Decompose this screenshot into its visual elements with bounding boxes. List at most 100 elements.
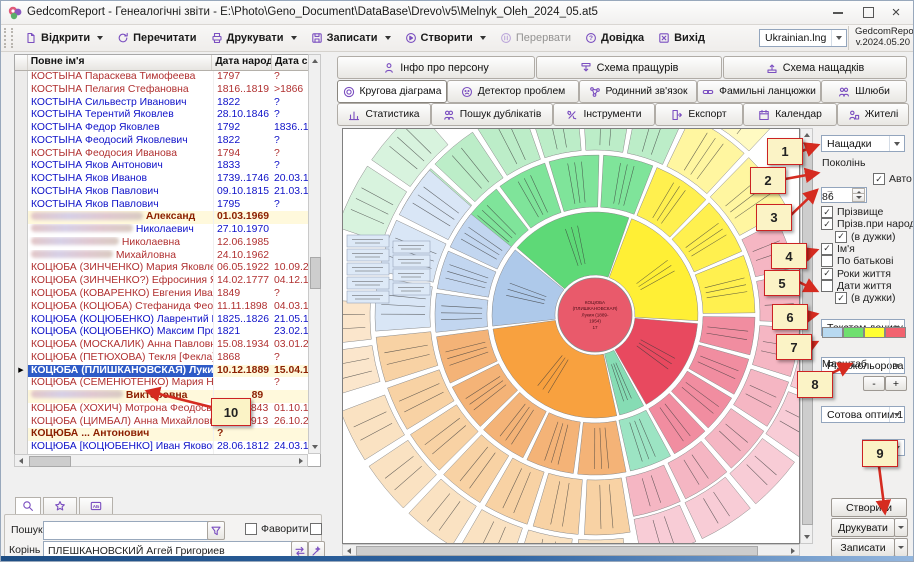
option-checkbox[interactable]: ✓(в дужки)	[835, 231, 895, 243]
print-dropdown-button[interactable]	[894, 518, 908, 537]
table-row[interactable]: КОЦЮБА (КОВАРЕНКО) Евгения Иванова (Иовл…	[15, 288, 320, 301]
search-input[interactable]	[43, 521, 211, 540]
scroll-left-icon[interactable]	[19, 458, 23, 464]
maximize-button[interactable]	[853, 1, 883, 24]
clipped-checkbox[interactable]: Х	[310, 523, 324, 535]
option-checkbox[interactable]: ✓Ім'я	[821, 243, 855, 255]
table-row[interactable]: КОСТЫНА Терентий Яковлев28.10.1846?	[15, 109, 320, 122]
sunburst-outer-block[interactable]	[393, 283, 430, 295]
language-select[interactable]: Ukrainian.lng	[759, 29, 847, 47]
tab-bars[interactable]: Статистика	[337, 103, 431, 126]
option-checkbox[interactable]: ✓Роки життя	[821, 268, 891, 280]
table-row[interactable]: КОЦЮБА (СЕМЕНЮТЕНКО) Мария Нистратова?	[15, 377, 320, 390]
tab-dup[interactable]: Пошук дублікатів	[431, 103, 553, 126]
table-row[interactable]: КОСТЫНА Федор Яковлев17921836..1838	[15, 122, 320, 135]
sunburst-cell[interactable]	[578, 421, 626, 475]
toolbar-file-button[interactable]: Відкрити	[18, 29, 110, 47]
tab-treedown[interactable]: Схема пращурів	[536, 56, 722, 79]
scroll-right-icon[interactable]	[299, 458, 303, 464]
save-dropdown-button[interactable]	[894, 538, 908, 557]
spin-down-icon[interactable]	[852, 193, 865, 202]
table-row[interactable]: КОЦЮБА (МОСКАЛИК) Анна Павловна15.08.193…	[15, 339, 320, 352]
table-row[interactable]: КОЦЮБА [КОЦЮБЕНКО] Иван Яковов28.06.1812…	[15, 441, 320, 454]
table-row[interactable]: КОСТЫНА Яков Иванов1739..174620.03.1813	[15, 173, 320, 186]
sunburst-cell[interactable]	[584, 478, 630, 535]
option-checkbox[interactable]: ✓Прізв.при народж.	[821, 218, 914, 230]
toolbar-grip[interactable]	[4, 28, 13, 48]
table-row[interactable]: КОЦЮБА (КОЦЮБА) Стефанида Феодосьевна11.…	[15, 301, 320, 314]
table-row[interactable]: КОЦЮБА (ХОХИЧ) Мотрона Феодосьевна09.11.…	[15, 403, 320, 416]
zoom-in-button[interactable]: +	[885, 376, 907, 391]
toolbar-exit-button[interactable]: Вихід	[651, 29, 712, 47]
table-vscrollbar[interactable]	[308, 54, 321, 454]
minimize-button[interactable]	[823, 1, 853, 24]
table-row[interactable]: КОЦЮБА (ЗИНЧЕНКО) Мария Яковлевна06.05.1…	[15, 262, 320, 275]
sunburst-diagram[interactable]: КОЦЮБА(ПЛИШКАНОВСКАЯ)Лукия (1889-1954)17	[342, 128, 800, 544]
tab-chain[interactable]: Фамильні ланцюжки	[697, 80, 821, 103]
table-row[interactable]: ▶КОЦЮБА (ПЛИШКАНОВСКАЯ) Лукия Евмение10.…	[15, 365, 320, 378]
toolbar-save-button[interactable]: Записати	[304, 29, 398, 47]
tab-resident[interactable]: Жителі	[837, 103, 909, 126]
table-row[interactable]: КОСТЫНА Сильвестр Иванович1822?	[15, 97, 320, 110]
scroll-up-icon[interactable]	[804, 133, 810, 137]
table-row[interactable]: КОСТЫНА Параскева Тимофеева1797?	[15, 71, 320, 84]
table-row[interactable]: КОЦЮБА ... Антонович?	[15, 428, 320, 441]
table-row[interactable]: КОСТЫНА Яков Павлович09.10.181521.03.186…	[15, 186, 320, 199]
scroll-left-icon[interactable]	[347, 548, 351, 554]
save-button[interactable]: Записати	[831, 538, 895, 557]
auto-checkbox[interactable]: ✓Авто	[873, 173, 912, 185]
tab-search[interactable]	[15, 497, 41, 514]
sunburst-outer-block[interactable]	[393, 269, 430, 281]
option-checkbox[interactable]: Дати життя	[821, 280, 892, 292]
table-row[interactable]: Михайловна24.10.1962	[15, 250, 320, 263]
sunburst-cell[interactable]	[343, 346, 380, 396]
scroll-down-icon[interactable]	[312, 445, 318, 449]
table-header[interactable]: Повне ім'я Дата народже Дата смерті	[15, 55, 320, 71]
table-row[interactable]: КОСТЫНА Пелагия Стефановна1816..1819>186…	[15, 84, 320, 97]
diagram-hscroll-thumb[interactable]	[356, 546, 758, 556]
option-checkbox[interactable]: ✓(в дужки)	[835, 292, 895, 304]
toolbar-refresh-button[interactable]: Перечитати	[110, 29, 203, 47]
table-row[interactable]: Викторовна 89	[15, 390, 320, 403]
table-row[interactable]: КОЦЮБА (ПЕТЮХОВА) Текля [Фекла] Степанов…	[15, 352, 320, 365]
column-birthdate[interactable]: Дата народже	[212, 55, 272, 70]
toolbar-play-button[interactable]: Створити	[398, 29, 493, 47]
chevron-down-icon[interactable]	[291, 36, 297, 40]
filter-button[interactable]	[207, 521, 225, 540]
tab-rings[interactable]: Кругова діаграма	[337, 80, 447, 103]
column-fullname[interactable]: Повне ім'я	[28, 55, 213, 70]
chevron-down-icon[interactable]	[480, 36, 486, 40]
tab-tools[interactable]: Інструменти	[553, 103, 655, 126]
table-hscrollbar[interactable]	[14, 454, 308, 467]
scroll-right-icon[interactable]	[791, 548, 795, 554]
table-row[interactable]: КОЦЮБА (ЗИНЧЕНКО?) Ефросиния Яковлева14.…	[15, 275, 320, 288]
tab-cal[interactable]: Календар	[743, 103, 837, 126]
sunburst-cell[interactable]	[583, 129, 632, 152]
table-row[interactable]: КОЦЮБА (ЦИМБАЛ) Анна Михайловна18.11.191…	[15, 416, 320, 429]
tab-couple[interactable]: Шлюби	[821, 80, 907, 103]
table-vscroll-thumb[interactable]	[310, 257, 321, 289]
table-row[interactable]: КОСТЫНА Яков Антонович1833?	[15, 160, 320, 173]
chevron-down-icon[interactable]	[385, 36, 391, 40]
sunburst-cell[interactable]	[343, 300, 371, 345]
create-button[interactable]: Створити	[831, 498, 907, 517]
tab-face[interactable]: Детектор проблем	[447, 80, 579, 103]
option-checkbox[interactable]: По батькові	[821, 255, 893, 267]
toolbar-printer-button[interactable]: Друкувати	[204, 29, 304, 47]
table-row[interactable]: Николаевна12.06.1985	[15, 237, 320, 250]
scroll-up-icon[interactable]	[312, 59, 318, 63]
favorites-checkbox[interactable]: Фаворити	[245, 523, 309, 535]
table-row[interactable]: КОСТЫНА Яков Павлович1795?	[15, 199, 320, 212]
option-checkbox[interactable]: ✓Прізвище	[821, 206, 883, 218]
sunburst-outer-block[interactable]	[347, 263, 389, 275]
tab-network[interactable]: Родинний зв'язок	[579, 80, 697, 103]
tab-person[interactable]: Інфо про персону	[337, 56, 535, 79]
table-row[interactable]: Александ01.03.1969	[15, 211, 320, 224]
sunburst-cell[interactable]	[575, 538, 629, 543]
zoom-out-button[interactable]: -	[863, 376, 885, 391]
table-row[interactable]: КОСТЫНА Феодосий Яковлевич1822?	[15, 135, 320, 148]
toolbar-help-button[interactable]: ?Довідка	[578, 29, 651, 47]
tab-door[interactable]: Експорт	[655, 103, 743, 126]
layout-select[interactable]: Сотова оптим.1	[821, 406, 905, 423]
print-button[interactable]: Друкувати	[831, 518, 895, 537]
